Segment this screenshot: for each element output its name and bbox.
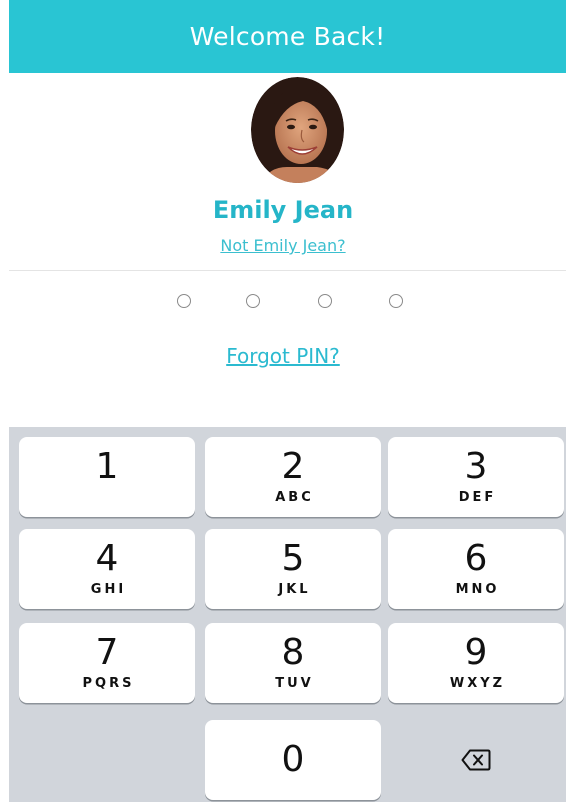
pin-dot [177,294,191,308]
key-letters: JKL [278,582,311,597]
key-digit: 1 [95,446,119,487]
key-1[interactable]: 1 [19,437,195,517]
key-letters: PQRS [82,676,135,691]
key-letters: TUV [275,676,314,691]
key-letters: MNO [455,582,500,597]
key-7[interactable]: 7 PQRS [19,623,195,703]
key-digit: 9 [464,632,488,673]
switch-user-link[interactable]: Not Emily Jean? [0,236,566,255]
pin-indicator [0,294,566,314]
pin-dot [389,294,403,308]
key-letters: GHI [90,582,127,597]
numeric-keypad: 1 2 ABC 3 DEF 4 GHI 5 JKL 6 MNO 7 PQRS 8… [9,427,566,802]
key-3[interactable]: 3 DEF [388,437,564,517]
key-digit: 2 [281,446,305,487]
key-digit: 8 [281,632,305,673]
pin-dot [318,294,332,308]
backspace-icon [461,749,491,771]
avatar-photo [251,77,344,183]
key-5[interactable]: 5 JKL [205,529,381,609]
key-letters: DEF [458,490,497,505]
key-9[interactable]: 9 WXYZ [388,623,564,703]
app-header: Welcome Back! [9,0,566,73]
header-title: Welcome Back! [189,22,386,51]
avatar [251,77,344,183]
key-8[interactable]: 8 TUV [205,623,381,703]
key-digit: 5 [281,538,305,579]
divider [9,270,566,271]
key-digit: 0 [281,739,305,780]
key-digit: 3 [464,446,488,487]
key-digit: 7 [95,632,119,673]
key-letters: ABC [275,490,314,505]
backspace-button[interactable] [388,720,564,800]
key-digit: 4 [95,538,119,579]
key-letters: WXYZ [449,676,506,691]
key-digit: 6 [464,538,488,579]
key-4[interactable]: 4 GHI [19,529,195,609]
pin-dot [246,294,260,308]
key-2[interactable]: 2 ABC [205,437,381,517]
user-name: Emily Jean [212,196,354,224]
key-0[interactable]: 0 [205,720,381,800]
key-6[interactable]: 6 MNO [388,529,564,609]
forgot-pin-link[interactable]: Forgot PIN? [0,344,566,368]
